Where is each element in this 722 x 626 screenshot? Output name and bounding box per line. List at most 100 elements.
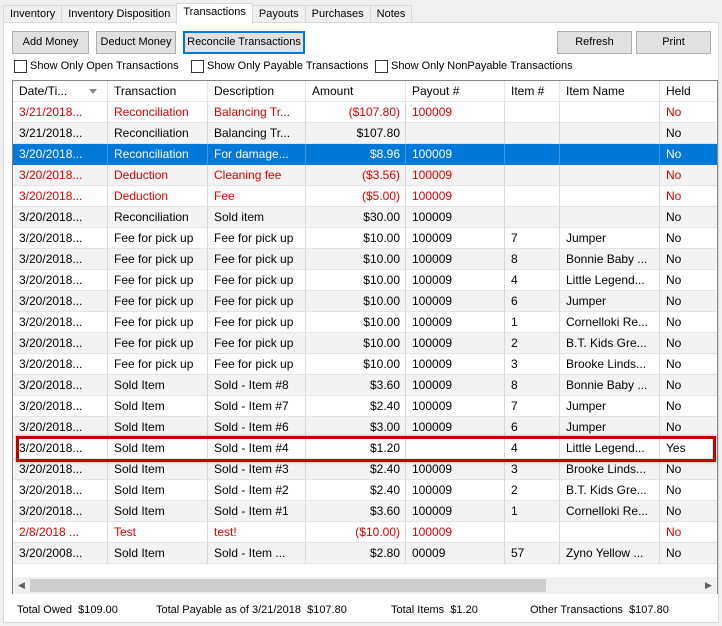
cell-item-number: 2 bbox=[505, 333, 560, 354]
cell-held: No bbox=[660, 459, 717, 480]
cell-item-number: 4 bbox=[505, 438, 560, 459]
table-row[interactable]: 3/20/2018... Sold Item Sold - Item #6 $3.00… bbox=[13, 417, 717, 438]
table-row[interactable]: 3/20/2008... Sold Item Sold - Item ... $2.8… bbox=[13, 543, 717, 564]
table-row[interactable]: 3/20/2018... Reconciliation For damage... $… bbox=[13, 144, 717, 165]
cell-description: Balancing Tr... bbox=[208, 102, 306, 123]
table-row[interactable]: 3/20/2018... Sold Item Sold - Item #7 $2.40… bbox=[13, 396, 717, 417]
cell-date: 3/21/2018... bbox=[13, 102, 108, 123]
cell-held: No bbox=[660, 480, 717, 501]
table-row[interactable]: 3/20/2018... Fee for pick up Fee for pick … bbox=[13, 249, 717, 270]
cell-item-number: 6 bbox=[505, 417, 560, 438]
table-row[interactable]: 3/20/2018... Fee for pick up Fee for pick … bbox=[13, 354, 717, 375]
cell-amount: $30.00 bbox=[306, 207, 406, 228]
cell-description: Sold - Item #7 bbox=[208, 396, 306, 417]
cell-description: test! bbox=[208, 522, 306, 543]
transactions-grid[interactable]: Date/Ti... Transaction Description Amoun… bbox=[12, 80, 718, 594]
cell-held: Yes bbox=[660, 438, 717, 459]
table-row[interactable]: 3/21/2018... Reconciliation Balancing Tr..… bbox=[13, 102, 717, 123]
reconcile-transactions-button[interactable]: Reconcile Transactions bbox=[183, 31, 305, 54]
cell-payout: 100009 bbox=[406, 375, 505, 396]
cell-date: 3/20/2018... bbox=[13, 228, 108, 249]
cell-description: Fee for pick up bbox=[208, 291, 306, 312]
cell-transaction: Reconciliation bbox=[108, 102, 208, 123]
total-owed-label: Total Owed bbox=[17, 604, 73, 616]
cell-description: Sold - Item ... bbox=[208, 543, 306, 564]
cell-payout: 100009 bbox=[406, 186, 505, 207]
cell-description: Sold item bbox=[208, 207, 306, 228]
horizontal-scrollbar[interactable]: ◀ ▶ bbox=[13, 577, 717, 594]
cell-date: 3/20/2018... bbox=[13, 375, 108, 396]
table-row[interactable]: 3/20/2018... Sold Item Sold - Item #2 $2.40… bbox=[13, 480, 717, 501]
filter-payable-checkbox[interactable]: Show Only Payable Transactions bbox=[191, 59, 368, 73]
table-row[interactable]: 3/20/2018... Deduction Cleaning fee ($3.56)… bbox=[13, 165, 717, 186]
column-header-transaction[interactable]: Transaction bbox=[108, 81, 208, 102]
table-row[interactable]: 2/8/2018 ... Test test! ($10.00) 100009 No bbox=[13, 522, 717, 543]
table-row[interactable]: 3/20/2018... Reconciliation Sold item $30.0… bbox=[13, 207, 717, 228]
scroll-left-icon[interactable]: ◀ bbox=[13, 577, 30, 594]
cell-payout: 100009 bbox=[406, 354, 505, 375]
refresh-button[interactable]: Refresh bbox=[557, 31, 632, 54]
column-header-date[interactable]: Date/Ti... bbox=[13, 81, 108, 102]
cell-date: 3/20/2018... bbox=[13, 207, 108, 228]
scrollbar-thumb[interactable] bbox=[30, 579, 546, 592]
cell-item-number bbox=[505, 102, 560, 123]
filter-open-checkbox[interactable]: Show Only Open Transactions bbox=[14, 59, 179, 73]
cell-amount: $10.00 bbox=[306, 291, 406, 312]
tab-transactions[interactable]: Transactions bbox=[176, 3, 253, 24]
cell-held: No bbox=[660, 501, 717, 522]
column-header-payout[interactable]: Payout # bbox=[406, 81, 505, 102]
cell-amount: $8.96 bbox=[306, 144, 406, 165]
checkbox-box[interactable] bbox=[191, 59, 204, 73]
cell-item-name: Little Legend... bbox=[560, 270, 660, 291]
cell-transaction: Sold Item bbox=[108, 417, 208, 438]
cell-description: Sold - Item #8 bbox=[208, 375, 306, 396]
scroll-right-icon[interactable]: ▶ bbox=[700, 577, 717, 594]
cell-date: 3/21/2018... bbox=[13, 123, 108, 144]
cell-date: 3/20/2018... bbox=[13, 270, 108, 291]
table-row[interactable]: 3/20/2018... Fee for pick up Fee for pick … bbox=[13, 270, 717, 291]
checkbox-box[interactable] bbox=[375, 59, 388, 73]
cell-transaction: Fee for pick up bbox=[108, 228, 208, 249]
table-row[interactable]: 3/20/2018... Sold Item Sold - Item #8 $3.60… bbox=[13, 375, 717, 396]
cell-amount: $3.60 bbox=[306, 501, 406, 522]
total-items-value: $1.20 bbox=[450, 604, 478, 616]
total-payable-label: Total Payable as of 3/21/2018 bbox=[156, 604, 301, 616]
cell-payout: 100009 bbox=[406, 291, 505, 312]
table-row[interactable]: 3/20/2018... Sold Item Sold - Item #4 $1.20… bbox=[13, 438, 717, 459]
cell-amount: ($5.00) bbox=[306, 186, 406, 207]
cell-description: Fee for pick up bbox=[208, 312, 306, 333]
column-header-amount[interactable]: Amount bbox=[306, 81, 406, 102]
total-items-label: Total Items bbox=[391, 604, 445, 616]
cell-description: Fee bbox=[208, 186, 306, 207]
add-money-button[interactable]: Add Money bbox=[12, 31, 89, 54]
table-row[interactable]: 3/21/2018... Reconciliation Balancing Tr..… bbox=[13, 123, 717, 144]
cell-item-name bbox=[560, 522, 660, 543]
cell-item-number: 3 bbox=[505, 354, 560, 375]
cell-held: No bbox=[660, 102, 717, 123]
column-header-item-number[interactable]: Item # bbox=[505, 81, 560, 102]
table-row[interactable]: 3/20/2018... Sold Item Sold - Item #1 $3.60… bbox=[13, 501, 717, 522]
deduct-money-button[interactable]: Deduct Money bbox=[96, 31, 176, 54]
other-transactions-label: Other Transactions bbox=[530, 604, 623, 616]
column-header-item-name[interactable]: Item Name bbox=[560, 81, 660, 102]
cell-date: 3/20/2018... bbox=[13, 501, 108, 522]
column-header-description[interactable]: Description bbox=[208, 81, 306, 102]
cell-item-number: 4 bbox=[505, 270, 560, 291]
print-button[interactable]: Print bbox=[636, 31, 711, 54]
table-row[interactable]: 3/20/2018... Sold Item Sold - Item #3 $2.40… bbox=[13, 459, 717, 480]
checkbox-box[interactable] bbox=[14, 59, 27, 73]
table-row[interactable]: 3/20/2018... Fee for pick up Fee for pick … bbox=[13, 228, 717, 249]
cell-held: No bbox=[660, 228, 717, 249]
table-row[interactable]: 3/20/2018... Fee for pick up Fee for pick … bbox=[13, 312, 717, 333]
table-row[interactable]: 3/20/2018... Fee for pick up Fee for pick … bbox=[13, 333, 717, 354]
table-row[interactable]: 3/20/2018... Fee for pick up Fee for pick … bbox=[13, 291, 717, 312]
table-row[interactable]: 3/20/2018... Deduction Fee ($5.00) 100009 No bbox=[13, 186, 717, 207]
column-header-held[interactable]: Held bbox=[660, 81, 717, 102]
cell-payout: 100009 bbox=[406, 270, 505, 291]
cell-amount: $2.40 bbox=[306, 459, 406, 480]
cell-item-number bbox=[505, 207, 560, 228]
cell-amount: $10.00 bbox=[306, 249, 406, 270]
filter-nonpayable-checkbox[interactable]: Show Only NonPayable Transactions bbox=[375, 59, 573, 73]
cell-item-number: 7 bbox=[505, 228, 560, 249]
cell-payout: 100009 bbox=[406, 102, 505, 123]
